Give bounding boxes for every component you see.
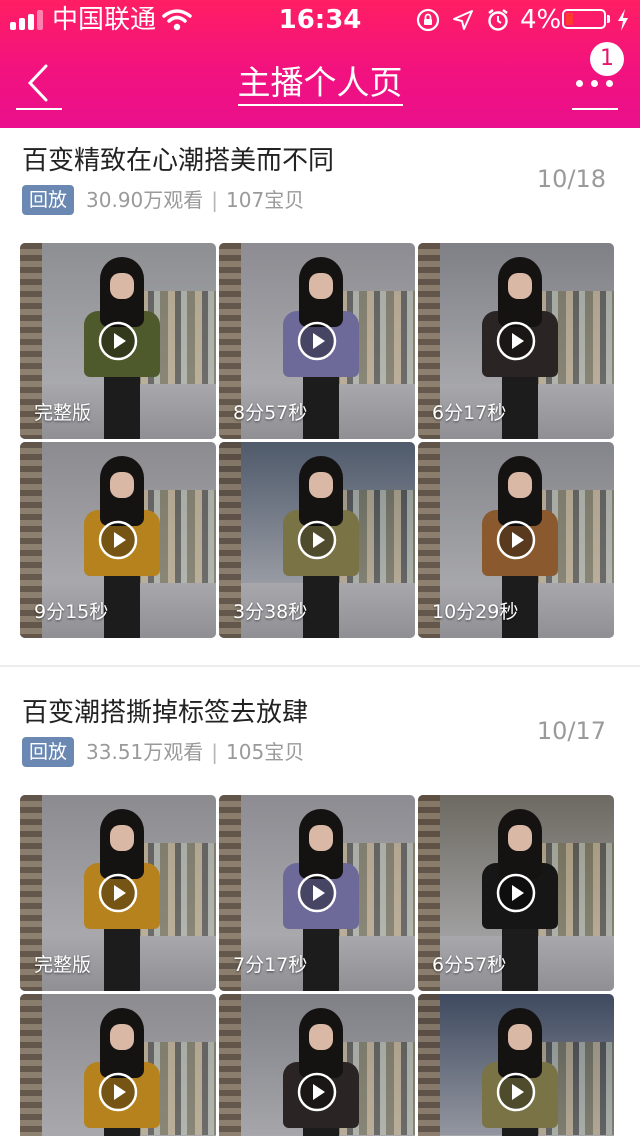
- play-icon: [98, 1072, 138, 1112]
- item-count: 105宝贝: [226, 740, 305, 764]
- play-icon: [496, 873, 536, 913]
- view-count: 30.90万观看: [86, 188, 204, 212]
- play-icon: [98, 321, 138, 361]
- more-dots-icon: [576, 80, 613, 87]
- video-grid: 完整版 8分57秒 6分17秒 9分15秒 3分38秒 10分29秒: [20, 243, 617, 638]
- video-thumbnail[interactable]: [418, 994, 614, 1136]
- replay-tag: 回放: [22, 737, 75, 767]
- section-date: 10/18: [536, 165, 606, 193]
- video-thumbnail[interactable]: 6分57秒: [418, 795, 614, 991]
- play-icon: [496, 1072, 536, 1112]
- video-thumbnail[interactable]: 7分17秒: [219, 795, 415, 991]
- page-title: 主播个人页: [237, 63, 403, 106]
- video-thumbnail[interactable]: 6分17秒: [418, 243, 614, 439]
- video-thumbnail[interactable]: 完整版: [20, 795, 216, 991]
- section-date: 10/17: [536, 717, 606, 745]
- section-title: 百变潮搭撕掉标签去放肆: [22, 698, 309, 728]
- video-duration: 8分57秒: [233, 402, 308, 424]
- video-thumbnail[interactable]: 8分57秒: [219, 243, 415, 439]
- play-icon: [297, 321, 337, 361]
- video-thumbnail[interactable]: 3分38秒: [219, 442, 415, 638]
- mirror-frame: [20, 994, 42, 1136]
- live-list: 百变精致在心潮搭美而不同 10/18 回放 30.90万观看 | 107宝贝 完…: [0, 128, 640, 1136]
- video-duration: 10分29秒: [432, 601, 519, 623]
- charging-icon: [618, 9, 628, 31]
- header: 中国联通 16:34 4% 主播个人页 1: [0, 0, 640, 128]
- status-icons: [416, 8, 510, 32]
- video-thumbnail[interactable]: 10分29秒: [418, 442, 614, 638]
- video-duration: 7分17秒: [233, 954, 308, 976]
- video-duration: 6分17秒: [432, 402, 507, 424]
- view-count: 33.51万观看: [86, 740, 204, 764]
- meta-separator: |: [211, 188, 219, 212]
- play-icon: [297, 873, 337, 913]
- orientation-lock-icon: [416, 8, 440, 32]
- alarm-icon: [488, 9, 508, 31]
- section-meta: 回放 33.51万观看 | 105宝贝: [22, 737, 304, 767]
- battery-nub: [607, 15, 610, 23]
- battery-percentage: 4%: [520, 5, 562, 35]
- video-thumbnail[interactable]: [219, 994, 415, 1136]
- video-duration: 3分38秒: [233, 601, 308, 623]
- play-icon: [98, 873, 138, 913]
- status-bar: 中国联通 16:34 4%: [0, 0, 640, 40]
- video-duration: 完整版: [34, 954, 92, 976]
- mirror-frame: [219, 994, 241, 1136]
- battery-icon: [562, 9, 606, 29]
- play-icon: [98, 520, 138, 560]
- video-duration: 6分57秒: [432, 954, 507, 976]
- play-icon: [496, 321, 536, 361]
- mirror-frame: [418, 994, 440, 1136]
- video-grid: 完整版 7分17秒 6分57秒: [20, 795, 617, 1136]
- section-title: 百变精致在心潮搭美而不同: [22, 146, 335, 176]
- video-thumbnail[interactable]: [20, 994, 216, 1136]
- notification-badge: 1: [590, 42, 624, 76]
- item-count: 107宝贝: [226, 188, 305, 212]
- location-icon: [453, 10, 473, 30]
- meta-separator: |: [211, 740, 219, 764]
- play-icon: [496, 520, 536, 560]
- replay-tag: 回放: [22, 185, 75, 215]
- play-icon: [297, 1072, 337, 1112]
- video-thumbnail[interactable]: 完整版: [20, 243, 216, 439]
- video-duration: 完整版: [34, 402, 92, 424]
- section-divider: [0, 665, 640, 667]
- video-thumbnail[interactable]: 9分15秒: [20, 442, 216, 638]
- video-duration: 9分15秒: [34, 601, 109, 623]
- play-icon: [297, 520, 337, 560]
- section-meta: 回放 30.90万观看 | 107宝贝: [22, 185, 304, 215]
- page-title-wrap: 主播个人页: [0, 62, 640, 106]
